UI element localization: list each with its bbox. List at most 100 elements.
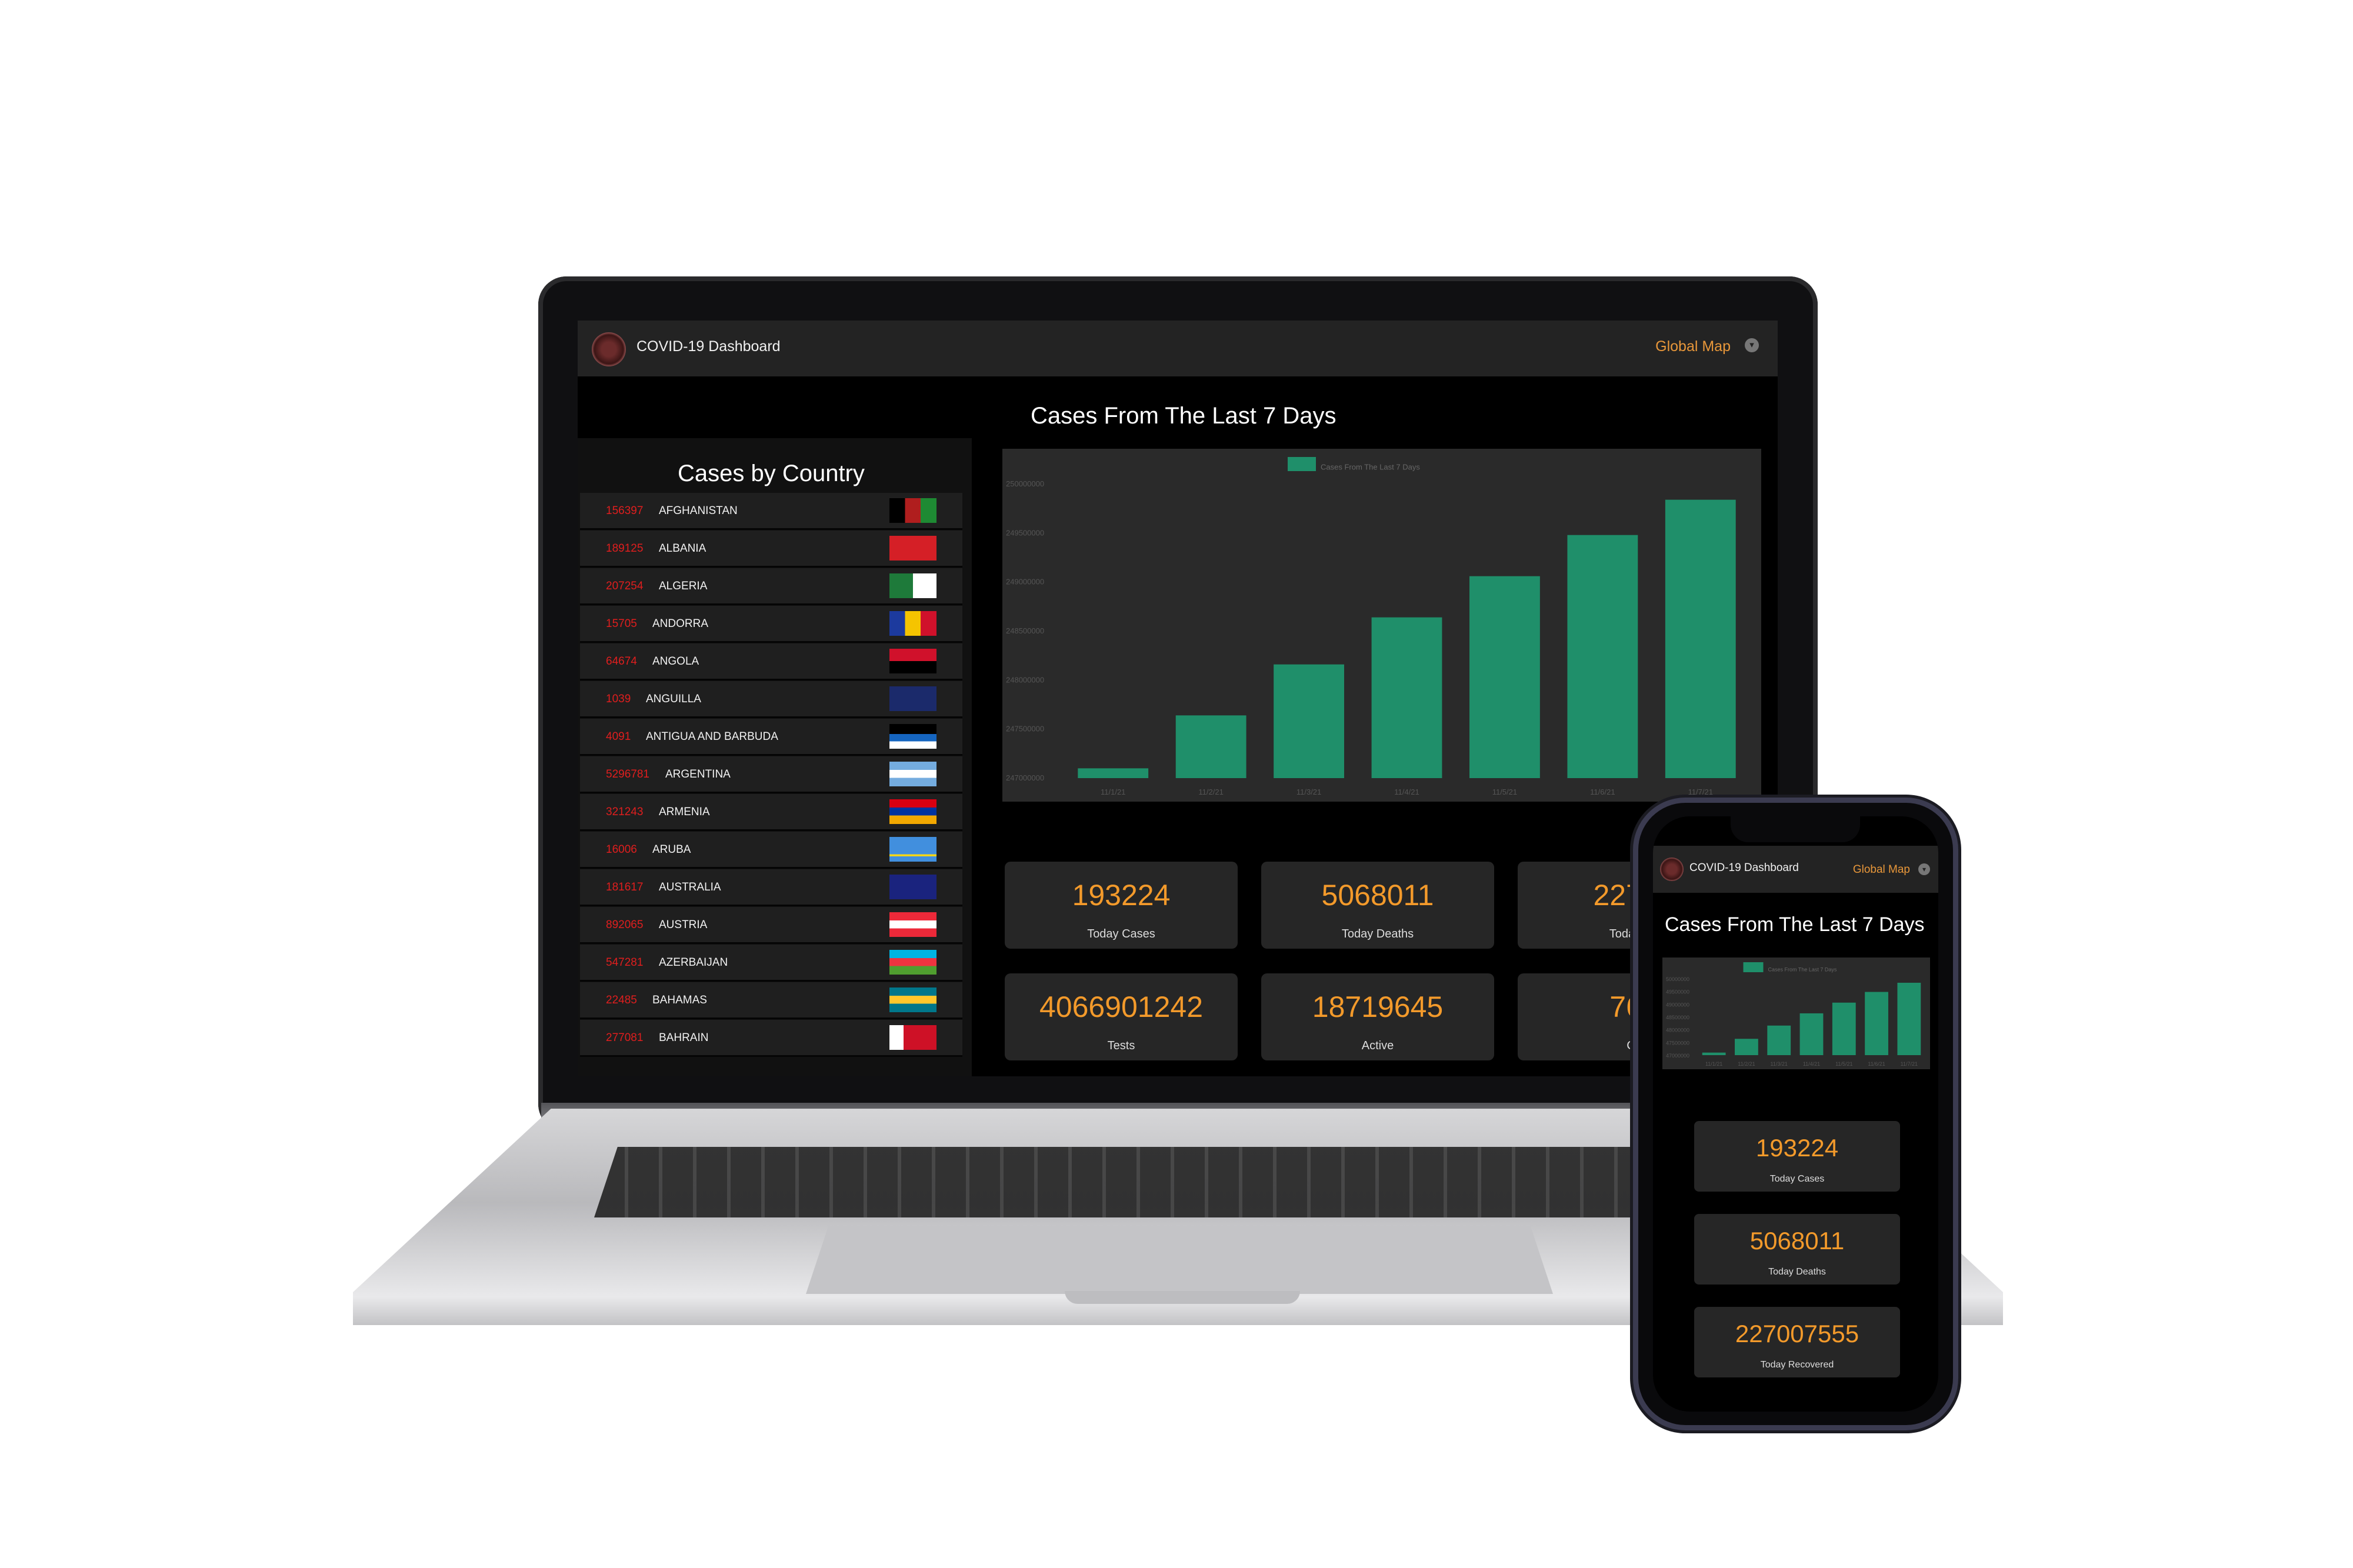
country-row[interactable]: 22485 BAHAMAS bbox=[580, 982, 962, 1019]
x-tick-label: 11/5/21 bbox=[1492, 788, 1517, 796]
country-row[interactable]: 321243 ARMENIA bbox=[580, 794, 962, 831]
country-flag-icon bbox=[889, 987, 936, 1012]
stat-value: 4066901242 bbox=[1039, 990, 1204, 1023]
chart-bar[interactable] bbox=[1078, 768, 1149, 778]
chart-bar[interactable] bbox=[1799, 1013, 1824, 1055]
phone-cases-bar-chart: Cases From The Last 7 Days 47000000 475000… bbox=[1662, 958, 1930, 1069]
phone-notch bbox=[1731, 816, 1860, 842]
country-row[interactable]: 64674 ANGOLA bbox=[580, 643, 962, 680]
chart-bar[interactable] bbox=[1767, 1025, 1791, 1055]
stat-label: Tests bbox=[1107, 1039, 1135, 1052]
x-tick-label: 11/5/21 bbox=[1835, 1061, 1852, 1067]
stat-value: 5068011 bbox=[1321, 879, 1434, 912]
country-flag-icon bbox=[889, 912, 936, 937]
country-case-count: 892065 bbox=[606, 919, 644, 931]
x-tick-label: 11/3/21 bbox=[1771, 1061, 1788, 1067]
country-row[interactable]: 5296781 ARGENTINA bbox=[580, 756, 962, 793]
stat-card: 4066901242 Tests bbox=[1005, 973, 1238, 1060]
global-map-link[interactable]: Global Map bbox=[1655, 338, 1731, 355]
country-name: BAHAMAS bbox=[652, 994, 707, 1006]
country-case-count: 1039 bbox=[606, 693, 631, 705]
country-flag-icon bbox=[889, 724, 936, 749]
country-flag-icon bbox=[889, 573, 936, 598]
phone-app-title: COVID-19 Dashboard bbox=[1689, 862, 1799, 874]
laptop-trackpad bbox=[806, 1226, 1553, 1294]
chart-bar[interactable] bbox=[1735, 1039, 1758, 1055]
country-row[interactable]: 15705 ANDORRA bbox=[580, 606, 962, 643]
phone-stat-card: 193224 Today Cases bbox=[1694, 1121, 1900, 1192]
country-case-count: 4091 bbox=[606, 730, 631, 743]
legend-label: Cases From The Last 7 Days bbox=[1768, 966, 1837, 972]
country-name: AFGHANISTAN bbox=[659, 505, 738, 517]
chart-bar[interactable] bbox=[1469, 576, 1540, 778]
x-tick-label: 11/4/21 bbox=[1803, 1061, 1820, 1067]
y-tick-label: 47500000 bbox=[1666, 1040, 1689, 1046]
laptop-screen: COVID-19 Dashboard Global Map ▾ Cases Fr… bbox=[578, 321, 1778, 1076]
country-flag-icon bbox=[889, 837, 936, 862]
country-row[interactable]: 277081 BAHRAIN bbox=[580, 1020, 962, 1057]
phone-global-map-link[interactable]: Global Map bbox=[1853, 863, 1910, 876]
y-tick-label: 47000000 bbox=[1666, 1053, 1689, 1059]
country-row[interactable]: 181617 AUSTRALIA bbox=[580, 869, 962, 906]
chart-bar[interactable] bbox=[1897, 982, 1921, 1055]
phone-stat-label: Today Recovered bbox=[1760, 1360, 1834, 1370]
chart-bar[interactable] bbox=[1175, 715, 1247, 778]
x-tick-label: 11/7/21 bbox=[1901, 1061, 1918, 1067]
phone-stat-label: Today Deaths bbox=[1768, 1267, 1826, 1277]
country-row[interactable]: 4091 ANTIGUA AND BARBUDA bbox=[580, 719, 962, 756]
y-tick-label: 48000000 bbox=[1666, 1027, 1689, 1033]
country-name: ANTIGUA AND BARBUDA bbox=[646, 730, 778, 743]
country-name: ARGENTINA bbox=[665, 768, 731, 780]
country-row[interactable]: 207254 ALGERIA bbox=[580, 568, 962, 605]
country-name: ANGUILLA bbox=[646, 693, 701, 705]
country-row[interactable]: 892065 AUSTRIA bbox=[580, 907, 962, 944]
app-title: COVID-19 Dashboard bbox=[636, 338, 781, 355]
country-flag-icon bbox=[889, 875, 936, 899]
country-row[interactable]: 1039 ANGUILLA bbox=[580, 681, 962, 718]
phone-chart-title: Cases From The Last 7 Days bbox=[1665, 913, 1925, 936]
phone-stat-card: 5068011 Today Deaths bbox=[1694, 1214, 1900, 1285]
chart-bar[interactable] bbox=[1865, 992, 1888, 1055]
phone-chevron-down-icon[interactable]: ▾ bbox=[1918, 863, 1930, 875]
country-name: ALGERIA bbox=[659, 580, 708, 592]
y-tick-label: 247500000 bbox=[1006, 725, 1044, 733]
stat-label: Today Deaths bbox=[1341, 928, 1414, 940]
x-tick-label: 11/1/21 bbox=[1705, 1061, 1722, 1067]
country-name: AUSTRIA bbox=[659, 919, 708, 931]
chart-bar[interactable] bbox=[1567, 535, 1638, 778]
country-flag-icon bbox=[889, 649, 936, 673]
country-row[interactable]: 156397 AFGHANISTAN bbox=[580, 493, 962, 530]
country-name: ANDORRA bbox=[652, 618, 709, 630]
chart-bar[interactable] bbox=[1832, 1002, 1856, 1055]
stat-card: 18719645 Active bbox=[1261, 973, 1494, 1060]
cases-bar-chart: Cases From The Last 7 Days 247000000 24750… bbox=[1002, 449, 1761, 802]
chevron-down-icon[interactable]: ▾ bbox=[1745, 338, 1759, 352]
country-case-count: 16006 bbox=[606, 843, 637, 856]
country-row[interactable]: 547281 AZERBAIJAN bbox=[580, 945, 962, 982]
stat-card: 193224 Today Cases bbox=[1005, 862, 1238, 949]
country-name: AUSTRALIA bbox=[659, 881, 721, 893]
country-case-count: 321243 bbox=[606, 806, 644, 818]
x-tick-label: 11/6/21 bbox=[1868, 1061, 1885, 1067]
country-flag-icon bbox=[889, 498, 936, 523]
country-case-count: 5296781 bbox=[606, 768, 649, 780]
chart-bar[interactable] bbox=[1702, 1052, 1726, 1055]
countries-title: Cases by Country bbox=[678, 461, 865, 486]
laptop-front-notch bbox=[1065, 1291, 1300, 1304]
chart-bar[interactable] bbox=[1665, 499, 1736, 778]
country-case-count: 64674 bbox=[606, 655, 637, 668]
country-list-panel: Cases by Country 156397 AFGHANISTAN 189125… bbox=[578, 438, 972, 1076]
x-tick-label: 11/1/21 bbox=[1101, 788, 1125, 796]
country-row[interactable]: 16006 ARUBA bbox=[580, 832, 962, 869]
chart-bar[interactable] bbox=[1371, 617, 1442, 778]
y-tick-label: 249000000 bbox=[1006, 578, 1044, 586]
country-name: BAHRAIN bbox=[659, 1032, 709, 1044]
country-row[interactable]: 189125 ALBANIA bbox=[580, 531, 962, 568]
country-name: ANGOLA bbox=[652, 655, 699, 668]
x-tick-label: 11/4/21 bbox=[1394, 788, 1419, 796]
chart-bar[interactable] bbox=[1274, 664, 1344, 778]
x-tick-label: 11/2/21 bbox=[1738, 1061, 1755, 1067]
country-name: ALBANIA bbox=[659, 542, 706, 555]
country-flag-icon bbox=[889, 762, 936, 786]
country-flag-icon bbox=[889, 536, 936, 561]
